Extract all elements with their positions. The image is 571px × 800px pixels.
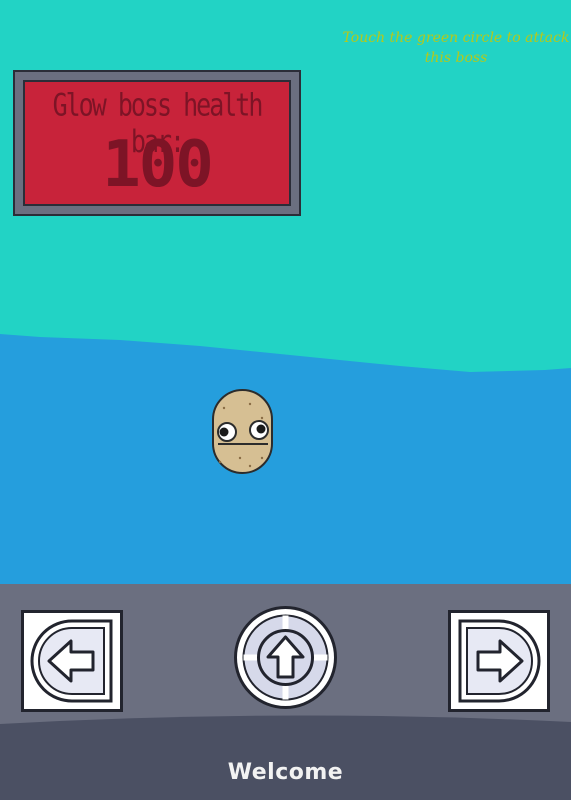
boss-health-value: 100 <box>102 128 214 202</box>
boss-health-panel: Glow boss health bar: 100 <box>13 70 301 216</box>
footer-bar <box>0 715 571 800</box>
move-left-button[interactable] <box>21 610 123 712</box>
jump-button[interactable] <box>233 605 338 710</box>
welcome-text: Welcome <box>227 760 344 785</box>
potato-player <box>212 389 273 474</box>
move-right-button[interactable] <box>448 610 550 712</box>
water-area <box>0 334 571 600</box>
attack-hint-text: Touch the green circle to attack this bo… <box>342 30 570 66</box>
boss-health-display: Glow boss health bar: 100 <box>23 80 291 206</box>
